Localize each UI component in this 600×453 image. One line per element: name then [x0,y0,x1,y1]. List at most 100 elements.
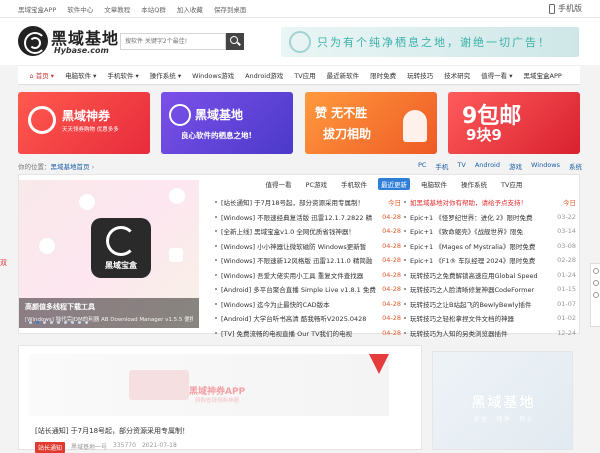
category-link-mobile[interactable]: 手机 [435,161,448,171]
brand-box: 黑域基地 安全 · 纯净 · 良心 [432,351,573,450]
nav-item-research[interactable]: 技术研究 [439,70,476,80]
article-title[interactable]: [站长通知] 于7月18号起，部分资源采用专属制！ [35,426,189,436]
search-input[interactable] [120,33,226,50]
list-item[interactable]: Epic+1 《怪罗纪世界：进化 2》限时免费 03-22 [404,210,576,225]
tab-pc-software[interactable]: 电脑软件 [418,178,450,190]
tab-os[interactable]: 操作系统 [458,178,490,190]
qrcode-icon[interactable] [592,280,599,286]
mobile-version-link[interactable]: 手机版 [549,3,582,14]
article-banner[interactable]: 黑域神券APP 网购省钱领券神器 [29,354,389,416]
promo-card-coupons[interactable]: 黑域神券 天天领券购物 优惠多多 [18,92,150,154]
nav-item-tips[interactable]: 玩转技巧 [402,70,439,80]
slide-dot[interactable] [71,321,74,324]
tab-tv-apps[interactable]: TV应用 [498,178,525,190]
nav-item-mobile-software[interactable]: 手机软件 ▾ [102,70,144,80]
character-illustration-icon [403,110,427,142]
service-icon[interactable] [592,268,599,274]
top-link-qq-group[interactable]: 本站Q群 [141,4,166,14]
category-link-pc[interactable]: PC [418,161,426,171]
site-logo[interactable]: 黑域基地 Hybase.com [18,24,118,58]
swirl-icon [169,104,191,126]
top-link-articles[interactable]: 文章教程 [104,4,130,14]
slide-dot[interactable] [36,321,39,324]
app-icon [39,238,55,254]
tab-mobile-software[interactable]: 手机软件 [338,178,370,190]
list-item[interactable]: [Windows] 不限速新12风格版 迅雷12.11.0 精简融 04-28 [215,253,401,268]
nav-item-pc-software[interactable]: 电脑软件 ▾ [60,70,102,80]
promo-card-subtitle: 拔刀相助 [323,127,372,141]
nav-item-home[interactable]: ⌂ 首页 ▾ [24,70,60,80]
slide-dot[interactable] [50,321,53,324]
top-link-app[interactable]: 黑域宝盒APP [18,4,56,14]
category-link-android[interactable]: Android [475,161,500,171]
nav-item-android-games[interactable]: Android游戏 [240,70,289,80]
slide-dot[interactable] [85,321,88,324]
list-item[interactable]: [Windows] 小小神器让微软磁防 Windows更新暂 04-28 [215,239,401,254]
nav-item-free[interactable]: 限时免费 [365,70,402,80]
slide-dot[interactable] [64,321,67,324]
list-item[interactable]: Epic+1 《Mages of Mystralia》限时免费 03-08 [404,239,576,254]
top-link-favorite[interactable]: 加入收藏 [177,4,203,14]
promo-card-title: 赞 无不胜 [315,106,368,120]
main-nav: ⌂ 首页 ▾ 电脑软件 ▾ 手机软件 ▾ 操作系统 ▾ Windows游戏 An… [18,65,580,85]
promo-card-subtitle: 良心软件的栖息之地! [181,131,252,140]
list-item[interactable]: [Android] 多平台聚合直播 Simple Live v1.8.1 免费 0… [215,282,401,297]
promo-cards: 黑域神券 天天领券购物 优惠多多 黑域基地 良心软件的栖息之地! 赞 无不胜 拔… [18,92,580,154]
category-link-system[interactable]: 系统 [569,161,582,171]
nav-item-os[interactable]: 操作系统 ▾ [144,70,186,80]
nav-item-worth-seeing[interactable]: 值得一看 ▾ [476,70,518,80]
slide-dot[interactable] [78,321,81,324]
list-item[interactable]: [Windows] 不限速经典复活版 迅雷12.1.7.2822 精 04-28 [215,210,401,225]
brand-name: 黑域基地 [471,395,536,411]
tab-pc-games[interactable]: PC游戏 [303,178,330,190]
promo-card-9yuan[interactable]: 9包邮 9块9 [448,92,580,154]
list-item[interactable]: [TV] 免费流畅的电视直播 Our TV我们的电视 04-28 [215,326,401,341]
breadcrumb-home[interactable]: 黑域基地首页 [51,163,90,171]
promo-card-hybase[interactable]: 黑域基地 良心软件的栖息之地! [161,92,293,154]
recent-updates-list: [站长通知] 于7月18号起，部分资源采用专属制！ 今日 [Windows] 不限… [215,195,401,340]
list-item[interactable]: [Windows] 吾爱大佬实用小工具 重复文件查找器 04-28 [215,268,401,283]
promo-card-subtitle: 天天领券购物 优惠多多 [62,127,119,133]
list-item[interactable]: [站长通知] 于7月18号起，部分资源采用专属制！ 今日 [215,195,401,210]
category-link-tv[interactable]: TV [457,161,465,171]
list-item[interactable]: [全新上线] 黑域宝盒v1.0 全网优质省钱神器！ 04-28 [215,224,401,239]
category-link-games[interactable]: 游戏 [509,161,522,171]
list-item[interactable]: 如黑域基地对你有帮助，请给予点支持！ 今日 [404,195,576,210]
tab-recent-updates[interactable]: 最近更新 [378,178,411,190]
category-link-windows[interactable]: Windows [531,161,560,171]
content-tabs: 值得一看 PC游戏 手机软件 最近更新 电脑软件 操作系统 TV应用 [209,178,579,190]
logo-swirl-icon [18,26,48,56]
featured-slide[interactable]: 黑域宝盒 高颜值多线程下载工具 [Windows] 独代完IDM的利器 AB D… [19,180,199,328]
article-category-badge[interactable]: 站长通知 [35,442,66,453]
tab-worth-seeing[interactable]: 值得一看 [263,178,295,190]
phone-icon [549,3,555,14]
slide-dot[interactable] [57,321,60,324]
top-link-desktop[interactable]: 保存到桌面 [214,4,247,14]
top-link-software[interactable]: 软件中心 [67,4,93,14]
article-views: 335770 [113,442,136,449]
nav-item-tv-apps[interactable]: TV应用 [289,70,321,80]
list-item[interactable]: 玩转技巧为人知的另类浏览器插件 12-24 [404,326,576,341]
list-item[interactable]: 玩转技巧之免费解锁高速应用Global Speed 01-24 [404,268,576,283]
home-icon: ⌂ [29,72,34,80]
list-item[interactable]: [Windows] 迄今为止最快的CAD版本 04-28 [215,297,401,312]
list-item[interactable]: 玩转技巧之人脸清晰修复神器CodeFormer 01-15 [404,282,576,297]
left-edge-tag[interactable]: 双 [0,258,7,268]
list-item[interactable]: Epic+1 《F1® 车队经理 2024》限时免费 02-28 [404,253,576,268]
nav-item-windows-games[interactable]: Windows游戏 [187,70,240,80]
search-button[interactable] [226,33,244,50]
main-content-box: 黑域宝盒 高颜值多线程下载工具 [Windows] 独代完IDM的利器 AB D… [18,174,580,338]
list-item[interactable]: [Android] 大学台听书高清 酷我畅听V2025.0428 04-28 [215,311,401,326]
nav-item-new-software[interactable]: 最近新软件 [321,70,365,80]
slide-dot[interactable] [43,321,46,324]
list-item[interactable]: 玩转技巧之轻松拿捏文件文档的神器 01-02 [404,311,576,326]
back-to-top-icon[interactable] [592,292,599,298]
nav-item-app[interactable]: 黑域宝盒APP [518,70,567,80]
slide-dot[interactable] [29,321,32,324]
promo-card-title: 黑域神券 [62,109,111,123]
list-item[interactable]: 玩转技巧之让B站起飞的BewlyBewly插件 01-07 [404,297,576,312]
list-item[interactable]: Epic+1 《致命躯壳》《战舰世界》限免 03-14 [404,224,576,239]
promo-card-subtitle: 9块9 [466,126,502,144]
promo-card-help[interactable]: 赞 无不胜 拔刀相助 [305,92,437,154]
featured-article: 黑域神券APP 网购省钱领券神器 [站长通知] 于7月18号起，部分资源采用专属… [18,345,422,453]
